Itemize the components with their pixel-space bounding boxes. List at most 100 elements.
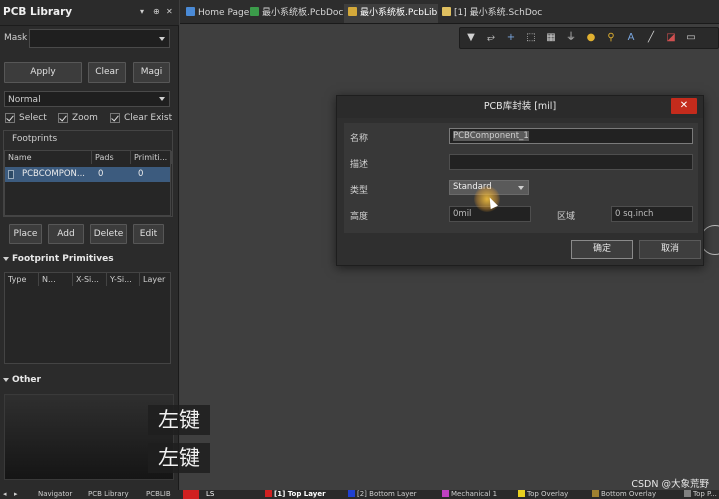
column-header-y-size[interactable]: Y-Si... bbox=[107, 273, 140, 286]
panel-menu-icon[interactable]: ▾ bbox=[140, 7, 144, 16]
place-button[interactable]: Place bbox=[9, 224, 42, 244]
zoom-checkbox[interactable] bbox=[58, 113, 68, 123]
tab-pcblib[interactable]: 最小系统板.PcbLib bbox=[344, 4, 438, 23]
layer-color-swatch bbox=[684, 490, 691, 497]
shape-icon[interactable]: ◪ bbox=[664, 31, 678, 45]
footprints-title: Footprints bbox=[12, 134, 58, 144]
panel-tab-pcb-library[interactable]: PCB Library bbox=[88, 490, 129, 499]
nav-prev-icon[interactable]: ◂ bbox=[3, 490, 7, 499]
pcbdoc-icon bbox=[250, 7, 259, 16]
layer-label: Bottom Overlay bbox=[601, 490, 657, 498]
tab-schdoc[interactable]: [1] 最小系统.SchDoc bbox=[438, 4, 548, 23]
table-row[interactable]: PCBCOMPON... 0 0 bbox=[5, 167, 170, 182]
tab-label: [1] 最小系统.SchDoc bbox=[454, 8, 543, 18]
active-bar-toolbar: ▼ ⥂ + ⬚ ▦ ⏚ ● ⚲ A ╱ ◪ ▭ bbox=[459, 27, 719, 49]
document-tab-bar: Home Page 最小系统板.PcbDoc 最小系统板.PcbLib [1] … bbox=[180, 0, 719, 24]
layer-tab-top-overlay[interactable]: Top Overlay bbox=[518, 490, 568, 499]
expand-triangle-icon bbox=[3, 256, 9, 261]
schdoc-icon bbox=[442, 7, 451, 16]
layer-tab-bottom[interactable]: [2] Bottom Layer bbox=[348, 490, 417, 499]
overlay-label: 左键 bbox=[148, 443, 210, 473]
pcb-footprint-dialog: PCB库封装 [mil] ✕ 名称 PCBComponent_1 描述 类型 S… bbox=[336, 95, 704, 266]
layer-color-swatch bbox=[518, 490, 525, 497]
tab-pcbdoc[interactable]: 最小系统板.PcbDoc bbox=[246, 4, 344, 23]
clear-button[interactable]: Clear bbox=[88, 62, 126, 83]
column-header-x-size[interactable]: X-Si... bbox=[73, 273, 107, 286]
layer-color-swatch bbox=[265, 490, 272, 497]
text-icon[interactable]: A bbox=[624, 31, 638, 45]
delete-button[interactable]: Delete bbox=[90, 224, 127, 244]
nav-next-icon[interactable]: ▸ bbox=[14, 490, 18, 499]
chevron-down-icon bbox=[159, 97, 165, 101]
description-input[interactable] bbox=[449, 154, 693, 170]
magnify-button[interactable]: Magi bbox=[133, 62, 170, 83]
tab-label: Home Page bbox=[198, 8, 250, 18]
tab-label: 最小系统板.PcbDoc bbox=[262, 8, 344, 18]
layer-tab-bottom-overlay[interactable]: Bottom Overlay bbox=[592, 490, 656, 499]
layer-set-ls[interactable]: LS bbox=[206, 490, 214, 499]
select-checkbox-label: Select bbox=[19, 113, 47, 123]
route-icon[interactable]: ⥂ bbox=[484, 31, 498, 45]
column-header-layer[interactable]: Layer bbox=[140, 273, 172, 286]
column-header-type[interactable]: Type bbox=[5, 273, 39, 286]
height-label: 高度 bbox=[350, 212, 369, 222]
layer-label: Mechanical 1 bbox=[451, 490, 498, 498]
footprint-primitives: 0 bbox=[138, 169, 144, 179]
other-section-header[interactable]: Other bbox=[3, 375, 41, 385]
grid-icon[interactable]: ▦ bbox=[544, 31, 558, 45]
route-tool-icon[interactable]: ⏚ bbox=[564, 31, 578, 45]
plus-icon[interactable]: + bbox=[504, 31, 518, 45]
mask-label: Mask bbox=[4, 33, 28, 43]
close-icon[interactable]: ✕ bbox=[671, 98, 697, 114]
mask-input[interactable] bbox=[29, 29, 170, 48]
filter-icon[interactable]: ▼ bbox=[464, 31, 478, 45]
mode-value: Normal bbox=[8, 95, 41, 105]
cancel-button[interactable]: 取消 bbox=[639, 240, 701, 259]
chevron-down-icon bbox=[159, 36, 165, 41]
ok-button[interactable]: 确定 bbox=[571, 240, 633, 259]
type-label: 类型 bbox=[350, 186, 369, 196]
mode-select[interactable]: Normal bbox=[4, 91, 170, 107]
zoom-checkbox-label: Zoom bbox=[72, 113, 98, 123]
other-title: Other bbox=[12, 375, 41, 385]
expand-triangle-icon bbox=[3, 377, 9, 382]
select-checkbox[interactable] bbox=[5, 113, 15, 123]
line-icon[interactable]: ╱ bbox=[644, 31, 658, 45]
panel-tab-navigator[interactable]: Navigator bbox=[38, 490, 72, 499]
area-input[interactable]: 0 sq.inch bbox=[611, 206, 693, 222]
panel-tab-pcblib[interactable]: PCBLIB bbox=[146, 490, 171, 499]
layer-tab-top-paste[interactable]: Top P... bbox=[684, 490, 717, 499]
layer-color-swatch bbox=[442, 490, 449, 497]
area-label: 区域 bbox=[557, 212, 576, 222]
footprint-pads: 0 bbox=[98, 169, 104, 179]
primitives-section-header[interactable]: Footprint Primitives bbox=[3, 254, 114, 264]
column-header-name[interactable]: Name bbox=[5, 151, 92, 164]
footprint-icon bbox=[8, 170, 14, 179]
layer-tab-top[interactable]: [1] Top Layer bbox=[265, 490, 326, 499]
pad-icon[interactable]: ● bbox=[584, 31, 598, 45]
chevron-down-icon bbox=[518, 185, 524, 190]
edit-button[interactable]: Edit bbox=[133, 224, 164, 244]
pin-icon[interactable]: ⊕ bbox=[153, 7, 160, 16]
clear-existing-label: Clear Exist bbox=[124, 113, 173, 123]
name-input[interactable]: PCBComponent_1 bbox=[449, 128, 693, 144]
layer-tab-mechanical[interactable]: Mechanical 1 bbox=[442, 490, 497, 499]
footprint-name: PCBCOMPON... bbox=[22, 169, 85, 179]
close-icon[interactable]: ✕ bbox=[166, 7, 173, 16]
region-icon[interactable]: ▭ bbox=[684, 31, 698, 45]
tab-home-page[interactable]: Home Page bbox=[182, 4, 250, 23]
home-icon bbox=[186, 7, 195, 16]
footprints-table: Name Pads Primiti... PCBCOMPON... 0 0 bbox=[4, 150, 172, 216]
rect-select-icon[interactable]: ⬚ bbox=[524, 31, 538, 45]
column-header-pads[interactable]: Pads bbox=[92, 151, 131, 164]
name-label: 名称 bbox=[350, 134, 369, 144]
column-header-n[interactable]: N... bbox=[39, 273, 73, 286]
apply-button[interactable]: Apply bbox=[4, 62, 82, 83]
layer-label: Top Overlay bbox=[527, 490, 569, 498]
via-icon[interactable]: ⚲ bbox=[604, 31, 618, 45]
add-button[interactable]: Add bbox=[48, 224, 84, 244]
dialog-title: PCB库封装 [mil] bbox=[337, 96, 703, 118]
column-header-primitives[interactable]: Primiti... bbox=[131, 151, 172, 164]
panel-title: PCB Library bbox=[3, 6, 73, 18]
clear-existing-checkbox[interactable] bbox=[110, 113, 120, 123]
